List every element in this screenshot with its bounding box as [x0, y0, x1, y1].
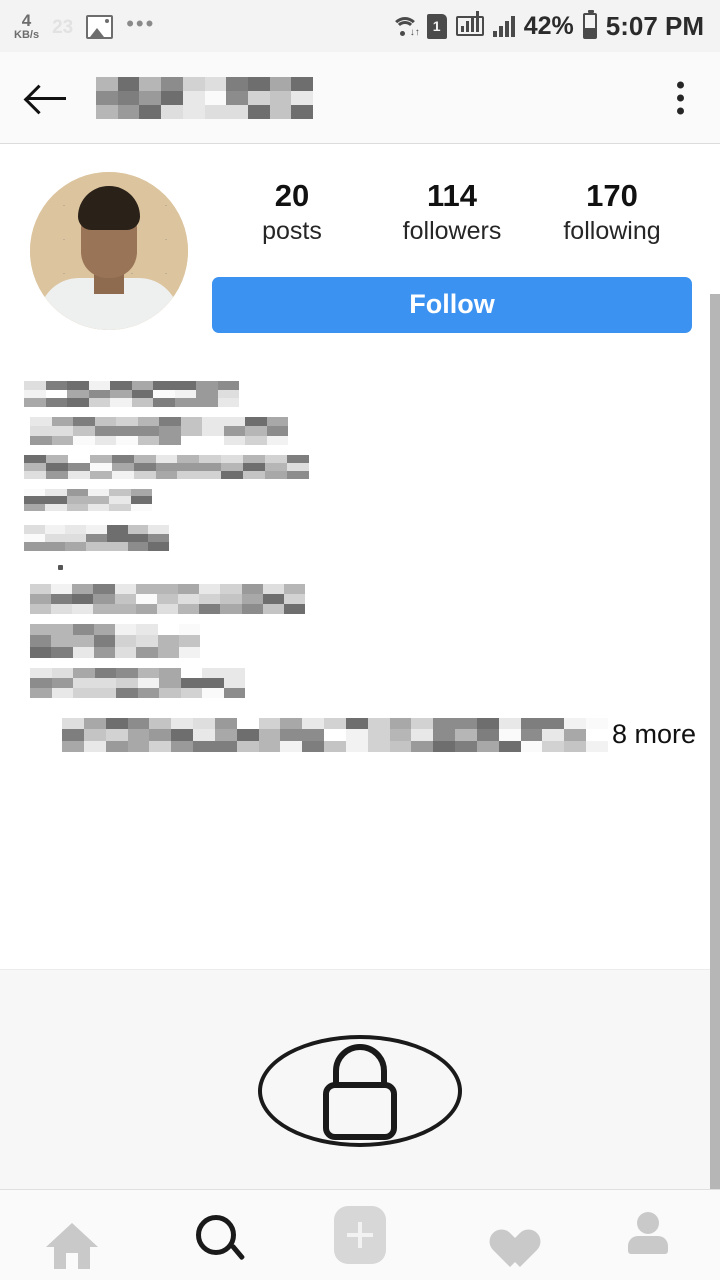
profile-username-censored: [96, 76, 313, 119]
bio-bullet: [58, 564, 63, 570]
network-speed-unit: KB/s: [14, 29, 40, 41]
bio-line-censored: [30, 416, 288, 445]
more-dots-icon: •••: [126, 11, 156, 36]
wifi-icon: ↓↑: [390, 15, 420, 38]
status-bar: 4 KB/s 23 ••• ↓↑ 1 42% 5:07 PM: [0, 0, 720, 52]
stat-following[interactable]: 170 following: [562, 178, 662, 247]
private-account-section: This Account is Private: [0, 969, 720, 1192]
stat-followers-label: followers: [402, 216, 502, 245]
bio-line-censored: [30, 667, 245, 698]
sim-card-icon: 1: [426, 13, 447, 39]
status-bar-right: ↓↑ 1 42% 5:07 PM: [390, 10, 704, 42]
bio-line-censored: [24, 524, 169, 551]
nav-search[interactable]: [161, 1190, 271, 1280]
home-icon: [46, 1223, 98, 1269]
follow-button[interactable]: Follow: [212, 276, 692, 333]
mutual-followers-censored: [62, 717, 608, 752]
stat-following-value: 170: [586, 178, 638, 213]
notification-ghost-icon: 23: [52, 17, 74, 38]
plus-square-icon: [334, 1206, 386, 1264]
bio-line-censored: [30, 583, 305, 614]
signal-boxed-icon: [455, 11, 484, 36]
profile-content: 20 posts 114 followers 170 following Fol…: [0, 144, 720, 1192]
status-bar-clock: 5:07 PM: [605, 10, 704, 41]
status-bar-left: 4 KB/s 23 •••: [14, 11, 155, 41]
network-speed-indicator: 4 KB/s: [14, 12, 39, 41]
avatar[interactable]: [30, 172, 188, 330]
bio-line-censored: [24, 488, 152, 511]
nav-activity[interactable]: [449, 1190, 559, 1280]
kebab-menu-icon[interactable]: [671, 75, 690, 120]
stat-followers-value: 114: [426, 178, 477, 213]
battery-percent-label: 42%: [523, 11, 574, 40]
profile-stats: 20 posts 114 followers 170 following: [212, 178, 692, 247]
signal-icon: [492, 15, 515, 37]
bio-line-censored: [24, 380, 239, 407]
back-arrow-icon[interactable]: [22, 72, 74, 124]
stat-posts[interactable]: 20 posts: [242, 178, 342, 247]
nav-profile[interactable]: [593, 1190, 703, 1280]
bottom-navigation: [0, 1189, 720, 1280]
bio-line-censored: [24, 454, 309, 479]
profile-bio: 8 more: [0, 333, 720, 752]
profile-header: 20 posts 114 followers 170 following Fol…: [0, 144, 720, 333]
vertical-scrollbar[interactable]: [710, 294, 720, 1192]
nav-new-post[interactable]: [305, 1190, 415, 1280]
lock-icon: [258, 1035, 462, 1147]
image-icon: [86, 15, 114, 39]
mutual-more-label[interactable]: 8 more: [612, 719, 696, 750]
heart-icon: [481, 1214, 527, 1256]
app-bar: [0, 52, 720, 144]
stat-following-label: following: [563, 216, 661, 245]
bio-line-censored: [30, 623, 200, 658]
profile-stats-column: 20 posts 114 followers 170 following Fol…: [188, 172, 692, 333]
person-icon: [625, 1212, 671, 1258]
search-icon: [196, 1215, 236, 1255]
battery-icon: [582, 10, 597, 39]
followed-by-row[interactable]: 8 more: [62, 717, 696, 752]
stat-posts-value: 20: [274, 178, 310, 213]
stat-followers[interactable]: 114 followers: [402, 178, 502, 247]
nav-home[interactable]: [17, 1190, 127, 1280]
stat-posts-label: posts: [262, 216, 322, 245]
network-speed-value: 4: [21, 11, 32, 30]
